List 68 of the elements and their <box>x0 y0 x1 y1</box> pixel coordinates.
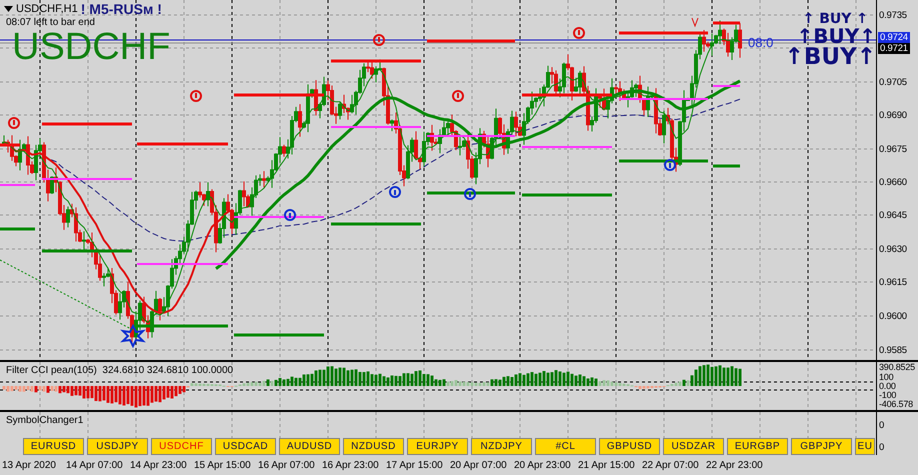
indicator-axis-label: -100 <box>879 390 896 400</box>
indicator-label: ! M5-RUSм ! <box>80 1 162 17</box>
symbol-button[interactable]: EURGBP <box>727 438 788 455</box>
price-axis-label: 0.9660 <box>879 177 907 188</box>
sell-marker-icon <box>452 90 464 102</box>
pivot-line <box>713 85 740 87</box>
symbol-button[interactable]: EURUSD <box>23 438 84 455</box>
symbol-button[interactable]: USDZAR <box>663 438 724 455</box>
buy-marker-icon <box>389 186 401 198</box>
price-axis-label: 0.9675 <box>879 144 907 155</box>
time-axis-label: 22 Apr 07:00 <box>642 460 700 470</box>
symbol-button[interactable]: AUDUSD <box>279 438 340 455</box>
time-axis-label: 17 Apr 15:00 <box>386 460 444 470</box>
symbol-axis-label: 0 <box>879 442 884 453</box>
time-axis-label: 13 Apr 2020 <box>2 460 57 470</box>
sell-marker-icon <box>190 90 202 102</box>
symbol-button[interactable]: EU <box>855 438 875 455</box>
star-icon <box>120 324 146 348</box>
sell-marker-icon <box>373 34 385 46</box>
symbol-axis-label: 0 <box>879 420 884 431</box>
time-axis-label: 16 Apr 07:00 <box>258 460 316 470</box>
price-axis-label: 0.9645 <box>879 210 907 221</box>
pivot-line <box>0 184 35 186</box>
time-axis-label: 16 Apr 23:00 <box>322 460 380 470</box>
time-axis-label: 20 Apr 07:00 <box>450 460 508 470</box>
indicator-title: Filter CCI реал(105) 324.6810 324.6810 100.0000 <box>6 365 234 376</box>
buy-marker-icon <box>284 209 296 221</box>
symbol-changer-title: SymbolChanger1 <box>6 415 84 426</box>
buy-marker-icon <box>464 188 476 200</box>
time-axis-label: 21 Apr 15:00 <box>578 460 636 470</box>
symbol-button[interactable]: NZDJPY <box>471 438 532 455</box>
indicator-axis-label: 0.00 <box>879 381 896 391</box>
price-axis-label: 0.9705 <box>879 77 907 88</box>
price-axis-label: 0.9600 <box>879 311 907 322</box>
time-axis-label: 22 Apr 23:00 <box>706 460 764 470</box>
symbol-button[interactable]: EURJPY <box>407 438 468 455</box>
symbol-button[interactable]: GBPJPY <box>791 438 852 455</box>
resistance-line <box>713 22 740 24</box>
symbol-button[interactable]: #CL <box>535 438 596 455</box>
support-line <box>0 228 35 230</box>
bid-price-tag: 0.9721 <box>878 43 910 54</box>
indicator-axis-label: -406.578 <box>879 399 913 409</box>
dropdown-triangle-icon[interactable] <box>4 6 13 12</box>
time-axis-label: 14 Apr 07:00 <box>66 460 124 470</box>
support-line <box>713 164 740 168</box>
symbol-button[interactable]: USDCHF <box>151 438 212 455</box>
resistance-line <box>0 144 20 146</box>
sell-marker-icon <box>8 117 20 129</box>
symbol-button[interactable]: USDJPY <box>87 438 148 455</box>
indicator-axis-label: 100 <box>879 372 894 382</box>
time-axis-label: 20 Apr 23:00 <box>514 460 572 470</box>
price-axis-label: 0.9585 <box>879 345 907 356</box>
time-axis-label: 14 Apr 23:00 <box>130 460 188 470</box>
chart-symbol-timeframe: USDCHF,H1 <box>16 3 78 15</box>
sell-marker-icon <box>573 27 585 39</box>
buy-marker-icon <box>664 159 676 171</box>
symbol-button[interactable]: GBPUSD <box>599 438 660 455</box>
time-axis-label: 15 Apr 15:00 <box>194 460 252 470</box>
symbol-button[interactable]: USDCAD <box>215 438 276 455</box>
ask-price-tag: 0.9724 <box>878 32 910 43</box>
symbol-button[interactable]: NZDUSD <box>343 438 404 455</box>
buy-signal: ↑ BUY ↑ <box>802 12 868 26</box>
price-axis-label: 0.9630 <box>879 244 907 255</box>
price-axis-label: 0.9615 <box>879 277 907 288</box>
price-axis-label: 0.9735 <box>879 10 907 21</box>
buy-signal: ↑BUY↑ <box>784 46 876 69</box>
price-axis-label: 0.9690 <box>879 110 907 121</box>
indicator-axis-label: 390.8525 <box>879 362 915 372</box>
